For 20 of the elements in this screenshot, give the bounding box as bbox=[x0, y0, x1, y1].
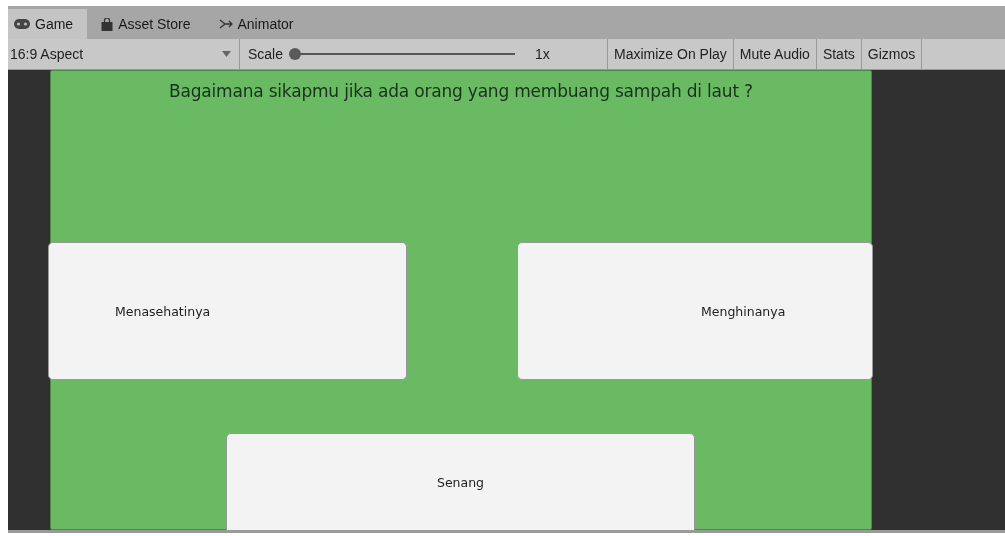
question-text: Bagaimana sikapmu jika ada orang yang membuang sampah di laut ? bbox=[168, 81, 754, 101]
editor-tab[interactable]: Asset Store bbox=[95, 9, 205, 39]
aspect-dropdown[interactable]: 16:9 Aspect bbox=[8, 39, 240, 69]
editor-tab[interactable]: Animator bbox=[212, 9, 308, 39]
branch-arrow-icon bbox=[218, 19, 233, 29]
scale-reading: 1x bbox=[535, 46, 550, 62]
shopping-bag-icon bbox=[101, 17, 114, 31]
toolbar-toggle[interactable]: Mute Audio bbox=[733, 39, 817, 69]
dropdown-arrow-icon bbox=[222, 51, 231, 57]
slider-thumb[interactable] bbox=[289, 48, 302, 60]
toolbar-toggle[interactable]: Stats bbox=[816, 39, 862, 69]
scale-label: Scale bbox=[248, 46, 284, 62]
answer-button[interactable]: Menasehatinya bbox=[48, 242, 407, 380]
toolbar-toggle[interactable]: Gizmos bbox=[861, 39, 923, 69]
scale-slider[interactable] bbox=[289, 48, 516, 60]
editor-tab[interactable]: Game bbox=[8, 9, 88, 39]
answer-button[interactable]: Menghinanya bbox=[517, 242, 873, 380]
answer-button[interactable]: Senang bbox=[226, 433, 695, 530]
gamepad-icon bbox=[14, 19, 30, 29]
toolbar-toggle[interactable]: Maximize On Play bbox=[608, 39, 734, 69]
